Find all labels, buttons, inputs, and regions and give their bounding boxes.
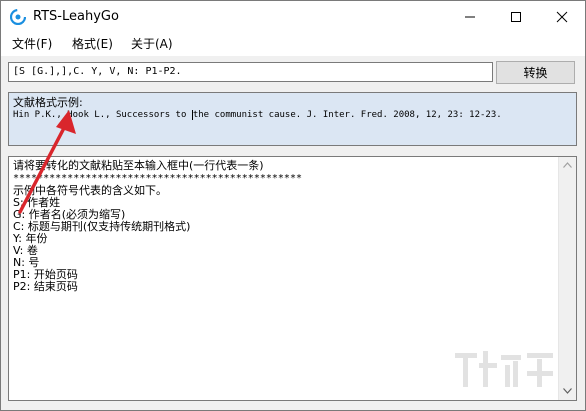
example-label: 文献格式示例:	[13, 96, 83, 109]
window-title: RTS-LeahyGo	[33, 9, 119, 24]
close-button[interactable]	[539, 1, 585, 32]
symbol-line-p2: P2: 结束页码	[13, 280, 78, 293]
references-input-area[interactable]: 请将要转化的文献粘贴至本输入框中(一行代表一条) ***************…	[8, 156, 577, 401]
minimize-icon	[465, 16, 475, 18]
chevron-down-icon	[563, 388, 572, 394]
example-text-after-caret: the communist cause. J. Inter. Fred. 200…	[192, 110, 502, 120]
maximize-button[interactable]	[493, 1, 539, 32]
example-text-before-caret: Hin P.K., Hook L., Successors to	[13, 110, 192, 120]
format-example-panel[interactable]: 文献格式示例: Hin P.K., Hook L., Successors to…	[8, 92, 577, 146]
format-pattern-input[interactable]: [S [G.],],C. Y, V, N: P1-P2.	[8, 62, 493, 82]
convert-button[interactable]: 转换	[496, 61, 575, 84]
app-logo-icon	[9, 8, 27, 26]
menu-file[interactable]: 文件(F)	[12, 36, 52, 52]
scroll-up-button[interactable]	[559, 157, 576, 174]
close-icon	[556, 11, 568, 23]
menu-bar: 文件(F) 格式(E) 关于(A)	[1, 32, 585, 56]
maximize-icon	[511, 12, 521, 22]
instruction-line: 请将要转化的文献粘贴至本输入框中(一行代表一条)	[13, 159, 264, 172]
title-bar[interactable]: RTS-LeahyGo	[1, 1, 585, 32]
app-window: RTS-LeahyGo 文件(F) 格式(E) 关于(A) [S [G.],],…	[0, 0, 586, 411]
example-text: Hin P.K., Hook L., Successors to the com…	[13, 109, 502, 122]
menu-format[interactable]: 格式(E)	[72, 36, 113, 52]
vertical-scrollbar[interactable]	[558, 157, 576, 400]
chevron-up-icon	[563, 162, 572, 168]
menu-about[interactable]: 关于(A)	[131, 36, 173, 52]
scroll-down-button[interactable]	[559, 383, 576, 400]
minimize-button[interactable]	[447, 1, 493, 32]
